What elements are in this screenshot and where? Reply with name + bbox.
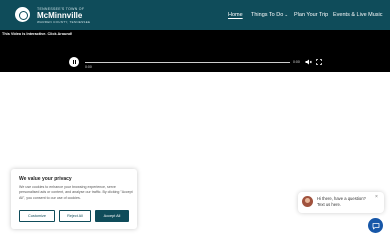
- cookie-title: We value your privacy: [19, 176, 72, 182]
- nav-things-to-do-label: Things To Do: [251, 12, 284, 18]
- mute-icon[interactable]: [305, 59, 312, 65]
- logo-icon[interactable]: [15, 7, 30, 22]
- nav-plan-your-trip-label: Plan Your Trip: [294, 12, 329, 18]
- site-header: Tennessee's Town of McMinnville Warren C…: [0, 0, 390, 30]
- video-player[interactable]: This Video is Interactive. Click Around!…: [0, 30, 390, 72]
- nav-plan-your-trip[interactable]: Plan Your Trip: [294, 12, 328, 18]
- logo-tagline: Warren County, Tennessee: [37, 20, 91, 24]
- nav-things-to-do[interactable]: Things To Do⌄: [251, 12, 288, 18]
- accept-all-button[interactable]: Accept All: [95, 210, 129, 222]
- chat-bubble[interactable]: Hi there, have a question? Text us here.…: [298, 192, 384, 213]
- pause-icon[interactable]: [69, 57, 79, 67]
- fullscreen-icon[interactable]: [316, 59, 322, 65]
- chat-icon: [372, 222, 379, 229]
- nav-home[interactable]: Home: [228, 12, 243, 18]
- cookie-banner: We value your privacy We use cookies to …: [11, 169, 137, 229]
- duration: 0:00: [293, 60, 300, 64]
- avatar: [302, 196, 313, 207]
- current-time: 0:00: [85, 65, 92, 69]
- logo-name[interactable]: McMinnville: [37, 11, 82, 20]
- chat-message: Hi there, have a question? Text us here.: [317, 196, 366, 207]
- close-icon[interactable]: ×: [375, 194, 378, 200]
- nav-home-label: Home: [228, 12, 243, 18]
- nav-events[interactable]: Events & Live Music: [333, 12, 383, 18]
- chevron-down-icon: ⌄: [284, 12, 289, 17]
- reject-all-button[interactable]: Reject All: [59, 210, 91, 222]
- video-note: This Video is Interactive. Click Around!: [2, 32, 73, 36]
- cookie-text: We use cookies to enhance your browsing …: [19, 185, 133, 200]
- video-timeline[interactable]: [85, 61, 290, 63]
- nav-events-label: Events & Live Music: [333, 12, 383, 18]
- customize-button[interactable]: Customize: [19, 210, 55, 222]
- chat-launcher-button[interactable]: [368, 218, 383, 233]
